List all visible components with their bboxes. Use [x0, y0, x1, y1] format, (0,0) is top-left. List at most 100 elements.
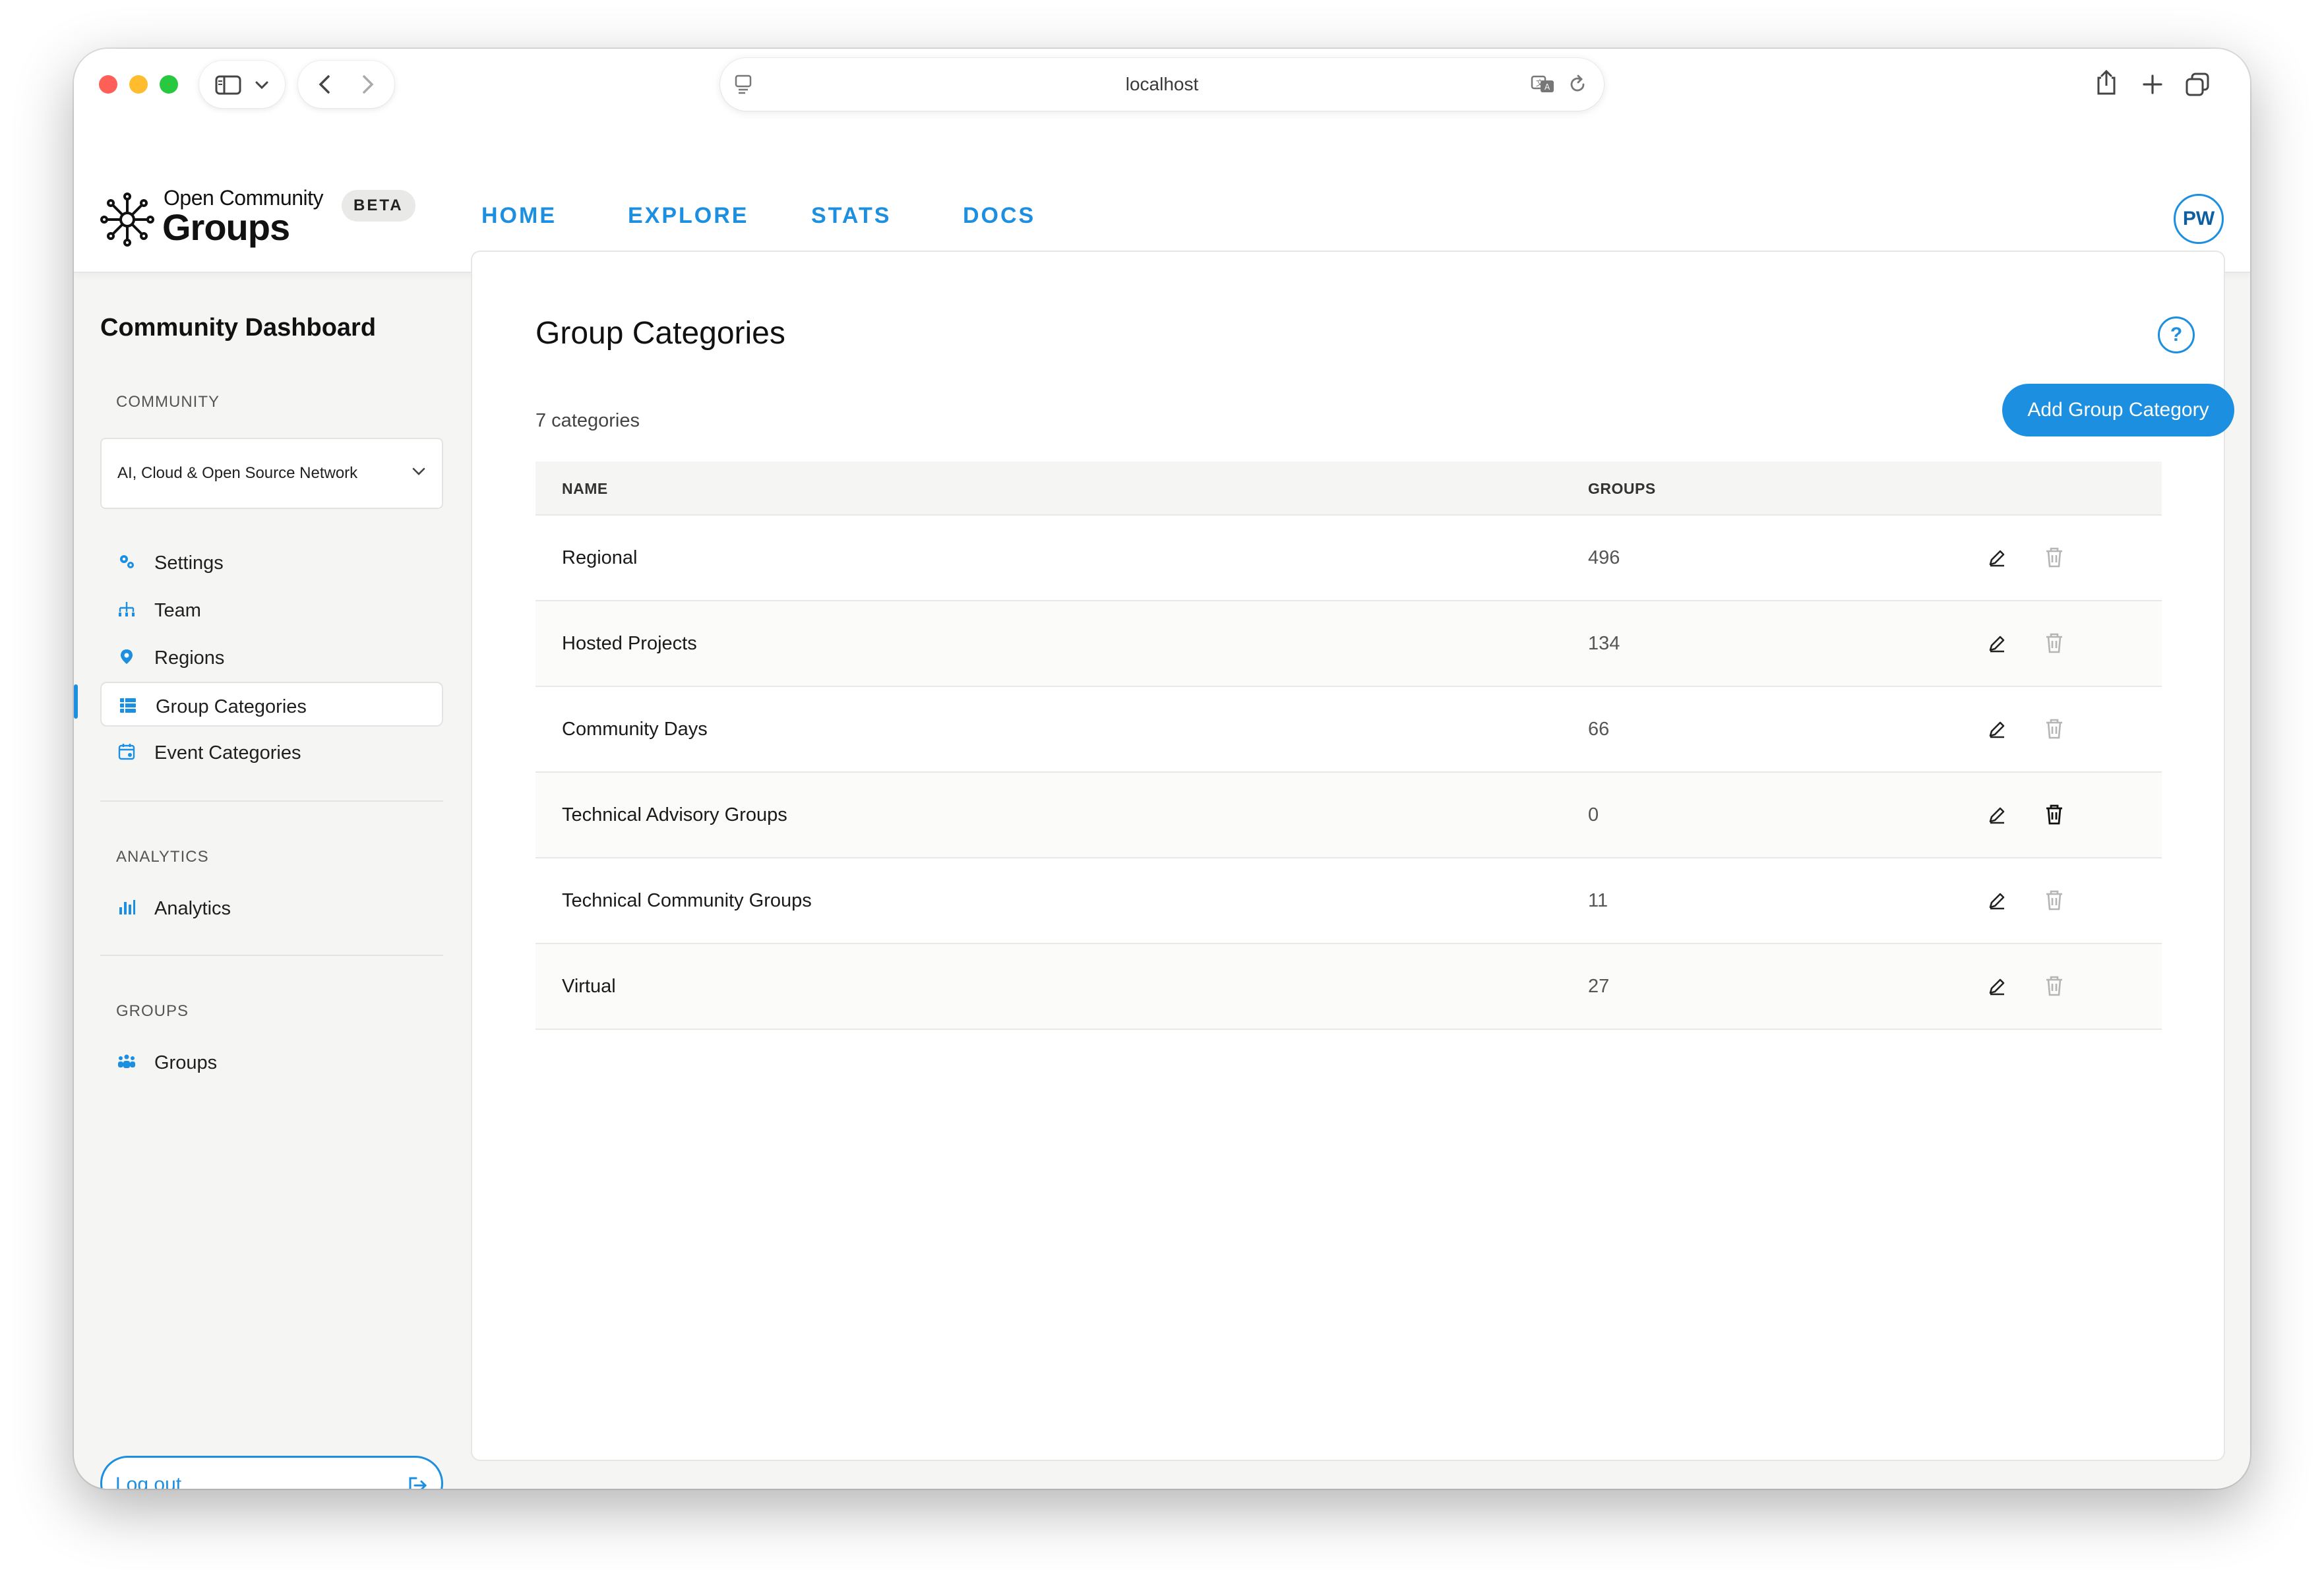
sidebar-item-label: Group Categories	[156, 696, 307, 717]
zoom-window-button[interactable]	[160, 75, 178, 94]
new-tab-icon[interactable]	[2142, 74, 2163, 95]
trash-icon	[2046, 890, 2062, 911]
sidebar-toggle-group[interactable]	[199, 61, 285, 108]
category-name: Technical Advisory Groups	[562, 804, 787, 825]
back-icon[interactable]	[317, 74, 332, 95]
community-select[interactable]: AI, Cloud & Open Source Network	[100, 438, 443, 509]
browser-window: localhost 文 A Open Community Groups BETA…	[74, 49, 2250, 1489]
sidebar-item-group-categories[interactable]: Group Categories	[100, 682, 443, 727]
table-header: NAME GROUPS	[535, 462, 2162, 516]
sidebar-title: Community Dashboard	[100, 314, 377, 342]
edit-icon[interactable]	[1986, 804, 2007, 825]
url-bar[interactable]: localhost 文 A	[720, 58, 1604, 111]
section-label-community: COMMUNITY	[116, 393, 220, 411]
map-pin-icon	[121, 649, 133, 664]
trash-icon[interactable]	[2044, 803, 2064, 825]
sidebar-item-analytics[interactable]: Analytics	[100, 885, 443, 930]
table-row: Technical Advisory Groups 0	[535, 773, 2162, 858]
sidebar-toggle-icon[interactable]	[215, 75, 241, 95]
close-window-button[interactable]	[99, 75, 117, 94]
tab-overview-icon[interactable]	[2184, 71, 2211, 98]
history-nav-group	[298, 61, 394, 108]
active-indicator	[74, 684, 78, 719]
sidebar-item-team[interactable]: Team	[100, 587, 443, 632]
groups-count: 496	[1588, 547, 1620, 568]
org-chart-icon	[119, 602, 135, 616]
groups-count: 27	[1588, 976, 1610, 997]
column-header-name: NAME	[562, 480, 608, 497]
logo-title-main[interactable]: Groups	[162, 206, 290, 249]
edit-icon[interactable]	[1986, 547, 2007, 568]
category-name: Virtual	[562, 976, 616, 997]
table-row: Virtual 27	[535, 944, 2162, 1030]
sidebar-item-groups[interactable]: Groups	[100, 1039, 443, 1084]
logout-button[interactable]: Log out	[100, 1456, 443, 1489]
sidebar-item-event-categories[interactable]: Event Categories	[100, 729, 443, 774]
table-row: Regional 496	[535, 516, 2162, 601]
browser-toolbar: localhost 文 A	[74, 49, 2250, 119]
sidebar-item-settings[interactable]: Settings	[100, 539, 443, 584]
section-label-groups: GROUPS	[116, 1002, 189, 1020]
gears-icon	[120, 555, 134, 568]
translate-icon[interactable]: 文 A	[1530, 74, 1556, 95]
category-name: Regional	[562, 547, 638, 568]
category-name: Community Days	[562, 719, 708, 740]
forward-icon[interactable]	[360, 74, 376, 95]
edit-icon[interactable]	[1986, 976, 2007, 997]
nav-home[interactable]: HOME	[481, 203, 557, 229]
table-row: Community Days 66	[535, 687, 2162, 773]
sidebar-item-label: Event Categories	[154, 742, 301, 763]
url-text: localhost	[1125, 74, 1199, 94]
table-row: Hosted Projects 134	[535, 601, 2162, 687]
nav-stats[interactable]: STATS	[811, 203, 891, 229]
svg-text:A: A	[1544, 82, 1550, 92]
sidebar-item-label: Analytics	[154, 898, 231, 919]
calendar-icon	[118, 744, 135, 760]
category-name: Hosted Projects	[562, 633, 697, 654]
people-icon	[118, 1054, 135, 1068]
sidebar-divider	[100, 955, 443, 956]
trash-icon	[2046, 547, 2062, 568]
reload-icon[interactable]	[1567, 74, 1588, 95]
nav-docs[interactable]: DOCS	[963, 203, 1035, 229]
sidebar-item-label: Team	[154, 600, 201, 621]
edit-icon[interactable]	[1986, 719, 2007, 740]
logout-icon	[409, 1477, 427, 1489]
app-header: Open Community Groups BETA HOME EXPLORE …	[74, 119, 2250, 273]
nav-explore[interactable]: EXPLORE	[628, 203, 749, 229]
share-icon[interactable]	[2095, 69, 2118, 96]
sidebar-item-label: Settings	[154, 553, 224, 574]
category-count: 7 categories	[535, 410, 640, 431]
logout-label: Log out	[115, 1474, 182, 1489]
beta-badge: BETA	[342, 190, 415, 222]
trash-icon	[2046, 719, 2062, 739]
sidebar-item-regions[interactable]: Regions	[100, 634, 443, 679]
community-select-value: AI, Cloud & Open Source Network	[117, 464, 358, 482]
section-label-analytics: ANALYTICS	[116, 848, 209, 866]
sidebar-item-label: Regions	[154, 647, 225, 669]
minimize-window-button[interactable]	[129, 75, 148, 94]
logo-icon[interactable]	[99, 191, 156, 248]
help-button[interactable]: ?	[2158, 316, 2195, 353]
edit-icon[interactable]	[1986, 890, 2007, 911]
column-header-groups: GROUPS	[1588, 480, 1656, 497]
table-row: Technical Community Groups 11	[535, 858, 2162, 944]
user-avatar[interactable]: PW	[2174, 194, 2224, 244]
groups-count: 11	[1588, 890, 1608, 911]
trash-icon	[2046, 976, 2062, 996]
dashboard-sidebar: Community Dashboard COMMUNITY AI, Cloud …	[74, 274, 470, 1489]
category-name: Technical Community Groups	[562, 890, 812, 911]
table-list-icon	[120, 698, 136, 713]
groups-count: 0	[1588, 804, 1599, 825]
edit-icon[interactable]	[1986, 633, 2007, 654]
page-title: Group Categories	[535, 316, 785, 351]
trash-icon	[2046, 633, 2062, 653]
svg-text:文: 文	[1536, 78, 1544, 88]
sidebar-item-label: Groups	[154, 1052, 218, 1073]
groups-count: 134	[1588, 633, 1620, 654]
chevron-down-icon	[412, 467, 425, 475]
main-content: Group Categories ? 7 categories Add Grou…	[471, 251, 2234, 1461]
add-group-category-button[interactable]: Add Group Category	[2002, 384, 2234, 436]
sidebar-divider	[100, 800, 443, 802]
chevron-down-icon[interactable]	[255, 80, 269, 90]
